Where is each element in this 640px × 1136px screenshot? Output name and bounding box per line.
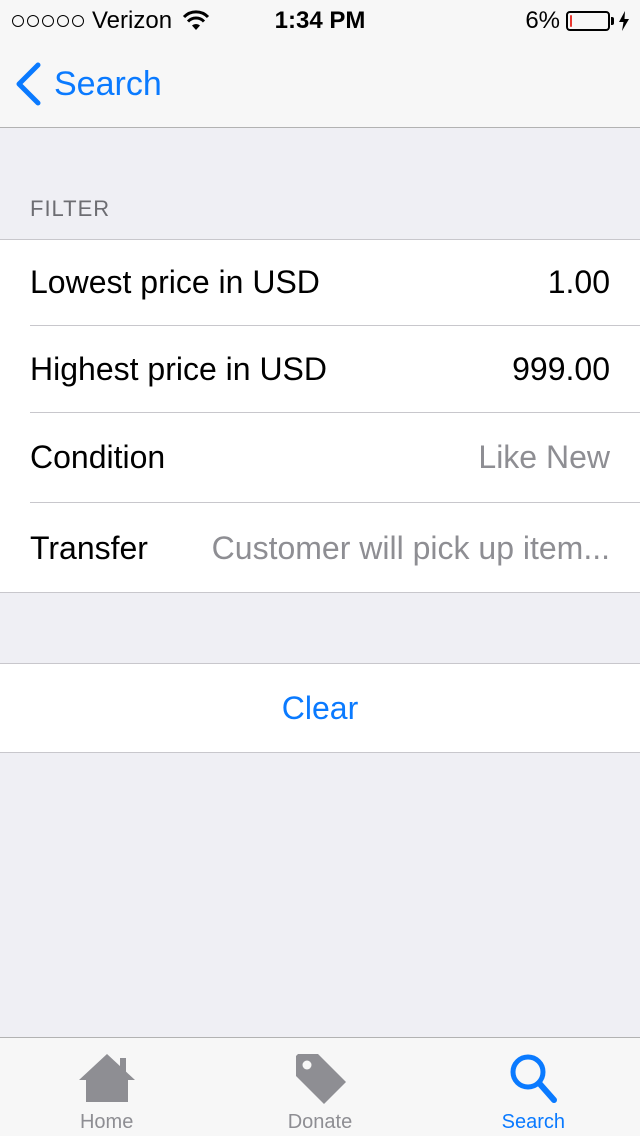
battery-cap [611,17,614,25]
transfer-value[interactable]: Customer will pick up item... [172,530,610,567]
lowest-price-value[interactable]: 1.00 [548,264,610,301]
tab-donate-label: Donate [287,1111,353,1133]
battery-fill [570,15,572,27]
status-right: 6% [525,7,630,35]
clear-group: Clear [0,663,640,753]
tab-home-label: Home [79,1111,134,1133]
battery-percent: 6% [525,7,560,34]
back-button-label: Search [54,64,162,103]
highest-price-value[interactable]: 999.00 [512,351,610,388]
tab-donate[interactable]: Donate [213,1038,426,1136]
tab-search-label: Search [501,1111,565,1133]
highest-price-row[interactable]: Highest price in USD 999.00 [30,326,640,413]
tag-icon [295,1054,346,1104]
bolt-icon [619,11,629,31]
tab-home[interactable]: Home [0,1038,213,1136]
search-icon [510,1054,558,1103]
back-button[interactable]: Search [14,62,162,106]
condition-label: Condition [30,439,166,475]
status-bar: Verizon 1:34 PM 6% [0,0,640,40]
navigation-bar: Search [0,40,640,128]
chevron-left-icon [16,62,41,106]
home-icon [78,1054,135,1102]
lowest-price-row[interactable]: Lowest price in USD 1.00 [30,240,640,326]
tab-search[interactable]: Search [427,1038,640,1136]
battery-icon [566,11,610,31]
condition-value[interactable]: Like New [478,439,610,476]
condition-row[interactable]: Condition Like New [30,413,640,503]
transfer-row[interactable]: Transfer Customer will pick up item... [30,503,640,593]
lowest-price-label: Lowest price in USD [30,264,320,300]
highest-price-label: Highest price in USD [30,350,327,387]
filter-table: Lowest price in USD 1.00 Highest price i… [0,239,640,593]
clear-button[interactable]: Clear [0,664,640,752]
filter-section-header: FILTER [30,196,111,221]
transfer-label: Transfer [30,529,148,566]
tab-bar: Home Donate Search [0,1037,640,1136]
